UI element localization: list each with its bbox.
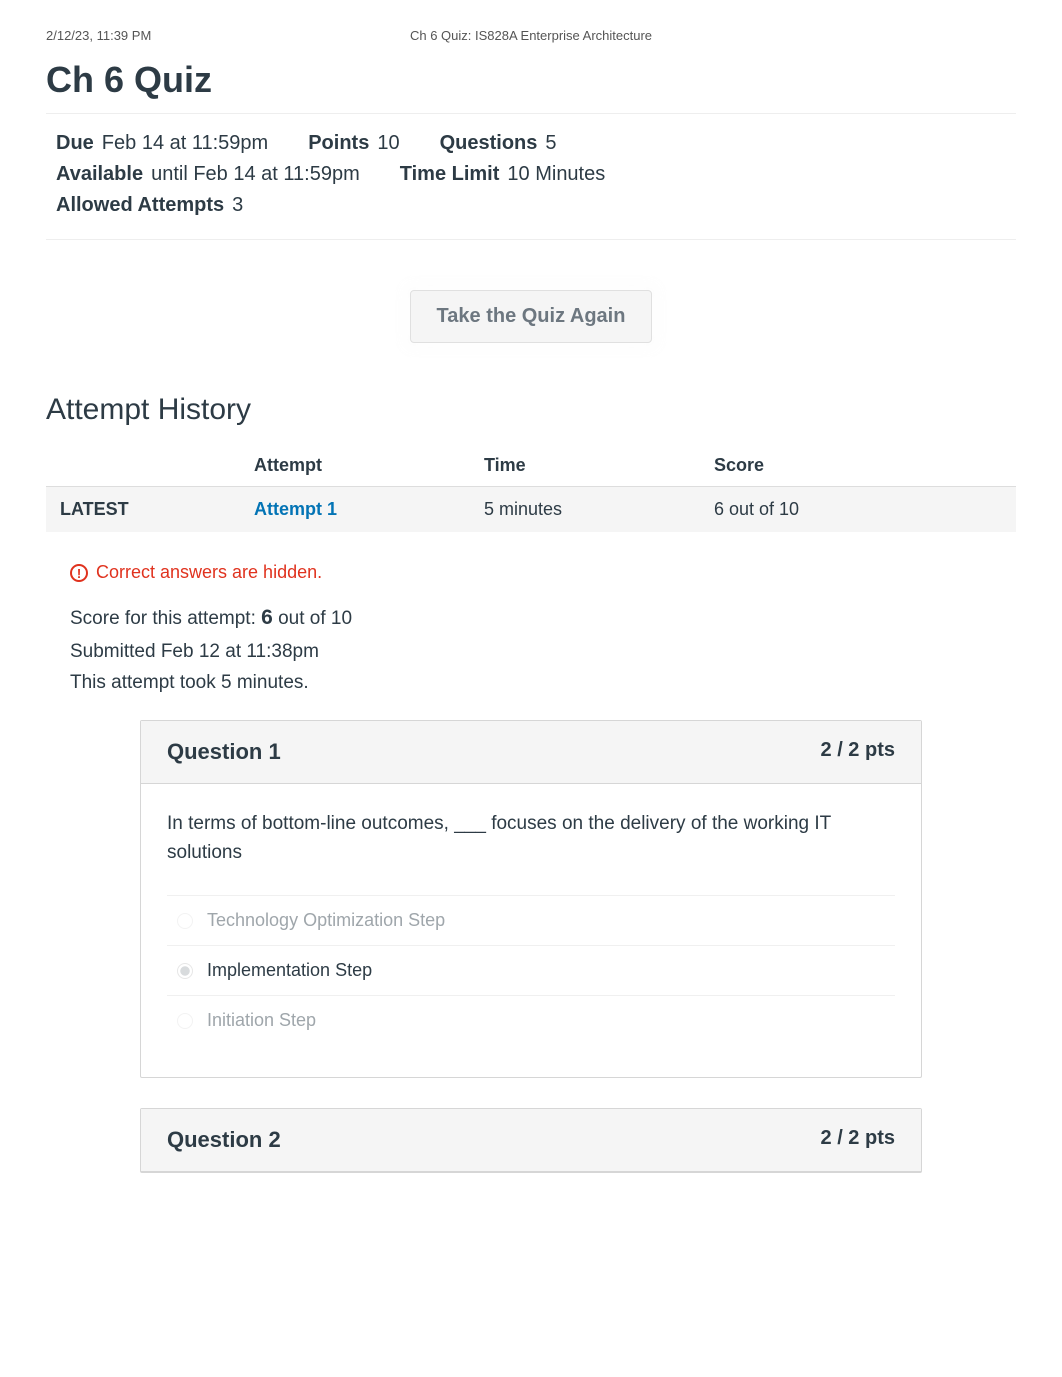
radio-icon: [177, 913, 193, 929]
radio-icon: [177, 1013, 193, 1029]
question-points: 2 / 2 pts: [821, 739, 895, 765]
answer-option: Initiation Step: [167, 995, 895, 1045]
col-attempt: Attempt: [246, 445, 476, 487]
meta-due: Due Feb 14 at 11:59pm: [56, 128, 268, 159]
quiz-title: Ch 6 Quiz: [46, 59, 1016, 101]
attempt-history-title: Attempt History: [46, 393, 1016, 427]
meta-timelimit: Time Limit 10 Minutes: [400, 159, 606, 190]
attempt-status: LATEST: [46, 487, 246, 533]
print-timestamp: 2/12/23, 11:39 PM: [46, 28, 151, 43]
question-label: Question 1: [167, 739, 281, 765]
question-label: Question 2: [167, 1127, 281, 1153]
take-quiz-again-button[interactable]: Take the Quiz Again: [410, 290, 653, 343]
question-card-1: Question 1 2 / 2 pts In terms of bottom-…: [140, 720, 922, 1078]
quiz-meta: Due Feb 14 at 11:59pm Points 10 Question…: [46, 113, 1016, 240]
attempt-time: 5 minutes: [476, 487, 706, 533]
question-points: 2 / 2 pts: [821, 1127, 895, 1153]
alert-icon: !: [70, 564, 88, 582]
attempt-summary: Score for this attempt: 6 out of 10 Subm…: [70, 601, 992, 698]
correct-answers-hidden: ! Correct answers are hidden.: [70, 562, 992, 583]
attempt-link[interactable]: Attempt 1: [254, 499, 337, 519]
radio-icon: [177, 963, 193, 979]
col-score: Score: [706, 445, 1016, 487]
question-card-2: Question 2 2 / 2 pts: [140, 1108, 922, 1173]
meta-allowed: Allowed Attempts 3: [56, 190, 243, 221]
attempt-score: 6 out of 10: [706, 487, 1016, 533]
col-status: [46, 445, 246, 487]
col-time: Time: [476, 445, 706, 487]
answer-option: Technology Optimization Step: [167, 895, 895, 945]
print-page-title: Ch 6 Quiz: IS828A Enterprise Architectur…: [410, 28, 652, 43]
meta-points: Points 10: [308, 128, 399, 159]
table-row: LATEST Attempt 1 5 minutes 6 out of 10: [46, 487, 1016, 533]
meta-available: Available until Feb 14 at 11:59pm: [56, 159, 360, 190]
answer-option-selected: Implementation Step: [167, 945, 895, 995]
question-prompt: In terms of bottom-line outcomes, ___ fo…: [167, 810, 895, 867]
attempt-history-table: Attempt Time Score LATEST Attempt 1 5 mi…: [46, 445, 1016, 532]
meta-questions: Questions 5: [440, 128, 557, 159]
